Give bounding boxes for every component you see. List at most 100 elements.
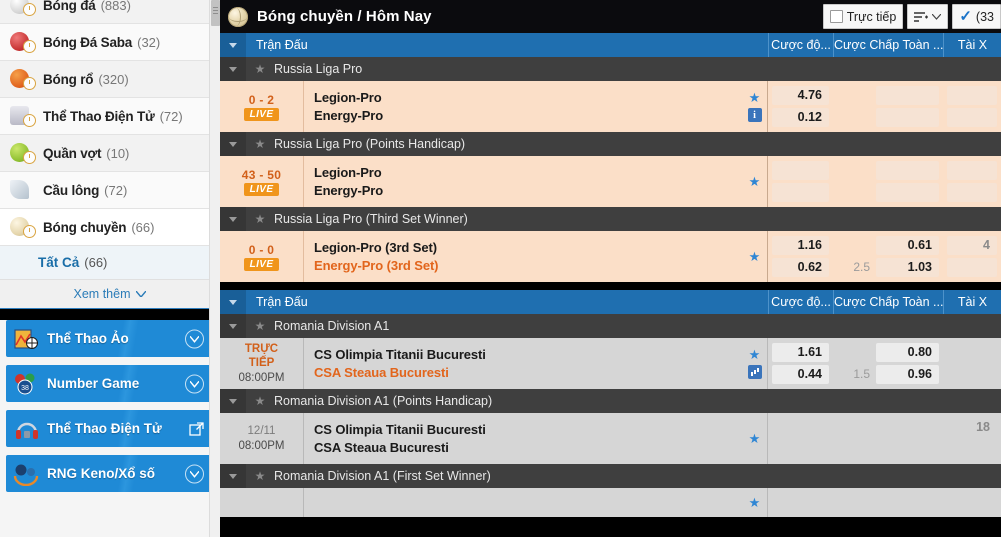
favorite-star-icon[interactable]: ★: [250, 62, 270, 76]
sort-button[interactable]: [907, 4, 949, 29]
odd-value: [876, 108, 939, 127]
table-row[interactable]: 12/11 08:00PM CS Olimpia Titanii Bucures…: [220, 413, 1001, 464]
table-row[interactable]: 0 - 2 LIVE Legion-Pro Energy-Pro ★ i 4.7…: [220, 81, 1001, 132]
group-collapse-toggle[interactable]: [220, 207, 246, 231]
handicap-odds-cell: [833, 156, 943, 207]
live-badge: LIVE: [243, 107, 280, 121]
match-teams-cell[interactable]: CS Olimpia Titanii Bucuresti CSA Steaua …: [304, 413, 742, 464]
odd-value[interactable]: 4.76: [772, 86, 829, 105]
group-header-romania-first-set[interactable]: ★ Romania Division A1 (First Set Winner): [220, 464, 1001, 488]
star-icon[interactable]: ★: [749, 348, 761, 361]
star-icon[interactable]: ★: [749, 175, 761, 188]
sidebar-item-count: (320): [98, 71, 129, 87]
sidebar-show-more-button[interactable]: Xem thêm: [0, 280, 220, 309]
external-link-icon[interactable]: [189, 421, 204, 436]
group-collapse-toggle[interactable]: [220, 57, 246, 81]
chevron-down-icon[interactable]: [185, 374, 204, 393]
odd-value: [947, 86, 997, 105]
column-header-row: Trận Đấu Cược độ... Cược Chấp Toàn ... T…: [220, 33, 1001, 57]
checkbox-icon[interactable]: [829, 10, 843, 23]
group-collapse-toggle[interactable]: [220, 132, 246, 156]
away-team: Energy-Pro: [314, 183, 384, 198]
favorite-star-icon[interactable]: ★: [250, 469, 270, 483]
sidebar-subitem-tat-ca[interactable]: Tất Cả (66): [0, 246, 220, 280]
match-teams-cell[interactable]: Legion-Pro Energy-Pro: [304, 156, 742, 207]
group-collapse-toggle[interactable]: [220, 389, 246, 413]
table-row[interactable]: ★: [220, 488, 1001, 517]
group-header-romania-points-handicap[interactable]: ★ Romania Division A1 (Points Handicap): [220, 389, 1001, 413]
home-team: Legion-Pro: [314, 165, 382, 180]
column-moneyline: Cược độ...: [768, 290, 833, 314]
handicap-odds-cell: 2.5 0.61 1.03: [833, 231, 943, 282]
match-teams-cell[interactable]: CS Olimpia Titanii Bucuresti CSA Steaua …: [304, 338, 742, 389]
chevron-down-icon[interactable]: [185, 329, 204, 348]
sidebar-scrollbar-thumb[interactable]: [211, 0, 220, 26]
odd-value: [947, 440, 997, 459]
stats-icon[interactable]: [747, 365, 762, 379]
sidebar-item-the-thao-dien-tu[interactable]: Thể Thao Điện Tử (72): [0, 98, 220, 135]
group-header-russia-third-set[interactable]: ★ Russia Liga Pro (Third Set Winner): [220, 207, 1001, 231]
sidebar-item-quan-vot[interactable]: Quần vợt (10): [0, 135, 220, 172]
selected-count-button[interactable]: ✓ (33: [952, 4, 1001, 29]
match-teams-cell[interactable]: [304, 488, 742, 517]
odd-value[interactable]: 0.12: [772, 108, 829, 127]
handicap-odd-col: [876, 86, 939, 127]
handicap-odds-cell: [833, 81, 943, 132]
sidebar-item-bong-chuyen[interactable]: Bóng chuyền (66): [0, 209, 220, 246]
sidebar-scrollbar[interactable]: [209, 0, 220, 537]
odd-value[interactable]: 0.44: [772, 365, 829, 384]
star-icon[interactable]: ★: [749, 91, 761, 104]
odd-value[interactable]: 0.96: [876, 365, 939, 384]
moneyline-odds-cell: [768, 488, 833, 517]
group-collapse-toggle[interactable]: [220, 314, 246, 338]
moneyline-odds-cell: 1.16 0.62: [768, 231, 833, 282]
group-header-russia-points-handicap[interactable]: ★ Russia Liga Pro (Points Handicap): [220, 132, 1001, 156]
sort-icon: [914, 11, 929, 22]
odd-value[interactable]: 0.61: [876, 236, 939, 255]
odd-value[interactable]: 1.16: [772, 236, 829, 255]
virtual-sports-icon: [12, 327, 42, 351]
chevron-down-icon[interactable]: [185, 464, 204, 483]
star-icon[interactable]: ★: [749, 250, 761, 263]
odd-value[interactable]: 1.03: [876, 258, 939, 277]
promo-the-thao-ao[interactable]: Thể Thao Ảo: [6, 320, 214, 357]
star-icon[interactable]: ★: [749, 432, 761, 445]
table-row[interactable]: 43 - 50 LIVE Legion-Pro Energy-Pro ★: [220, 156, 1001, 207]
group-collapse-toggle[interactable]: [220, 464, 246, 488]
live-label-line2: TIẾP: [248, 356, 275, 369]
odd-value[interactable]: 0.80: [876, 343, 939, 362]
favorite-star-icon[interactable]: ★: [250, 212, 270, 226]
odd-value[interactable]: 18: [947, 418, 997, 437]
collapse-all-toggle[interactable]: [220, 290, 246, 314]
sidebar-item-bong-da-saba[interactable]: Bóng Đá Saba (32): [0, 24, 220, 61]
group-header-romania-div-a1[interactable]: ★ Romania Division A1: [220, 314, 1001, 338]
odd-value[interactable]: 1.61: [772, 343, 829, 362]
promo-number-game[interactable]: 38 Number Game: [6, 365, 214, 402]
sidebar-item-bong-da[interactable]: Bóng đá (883): [0, 0, 220, 24]
favorite-star-icon[interactable]: ★: [250, 137, 270, 151]
chevron-down-icon: [932, 13, 942, 20]
check-icon: ✓: [959, 8, 972, 25]
overunder-odds-cell: [943, 338, 1001, 389]
table-row[interactable]: TRỰC TIẾP 08:00PM CS Olimpia Titanii Buc…: [220, 338, 1001, 389]
collapse-all-toggle[interactable]: [220, 33, 246, 57]
main-panel: Bóng chuyền / Hôm Nay Trực tiếp ✓ (33 Tr…: [220, 0, 1001, 537]
favorite-star-icon[interactable]: ★: [250, 394, 270, 408]
odd-value[interactable]: 4: [947, 236, 997, 255]
sidebar-item-bong-ro[interactable]: Bóng rổ (320): [0, 61, 220, 98]
promo-the-thao-dien-tu[interactable]: Thể Thao Điện Tử: [6, 410, 214, 447]
sidebar-scroll-content: Bóng đá (883) Bóng Đá Saba (32) Bóng rổ …: [0, 0, 220, 500]
info-icon[interactable]: i: [747, 108, 762, 122]
odd-value[interactable]: 0.62: [772, 258, 829, 277]
star-icon[interactable]: ★: [749, 496, 761, 509]
sidebar-item-cau-long[interactable]: Cầu lông (72): [0, 172, 220, 209]
match-icons-cell: ★: [742, 156, 768, 207]
match-teams-cell[interactable]: Legion-Pro (3rd Set) Energy-Pro (3rd Set…: [304, 231, 742, 282]
handicap-line-blank: [837, 428, 873, 447]
table-row[interactable]: 0 - 0 LIVE Legion-Pro (3rd Set) Energy-P…: [220, 231, 1001, 282]
group-header-russia-liga-pro[interactable]: ★ Russia Liga Pro: [220, 57, 1001, 81]
live-filter-toggle[interactable]: Trực tiếp: [822, 4, 904, 29]
promo-rng-keno-xo-so[interactable]: RNG Keno/Xổ số: [6, 455, 214, 492]
favorite-star-icon[interactable]: ★: [250, 319, 270, 333]
match-teams-cell[interactable]: Legion-Pro Energy-Pro: [304, 81, 742, 132]
